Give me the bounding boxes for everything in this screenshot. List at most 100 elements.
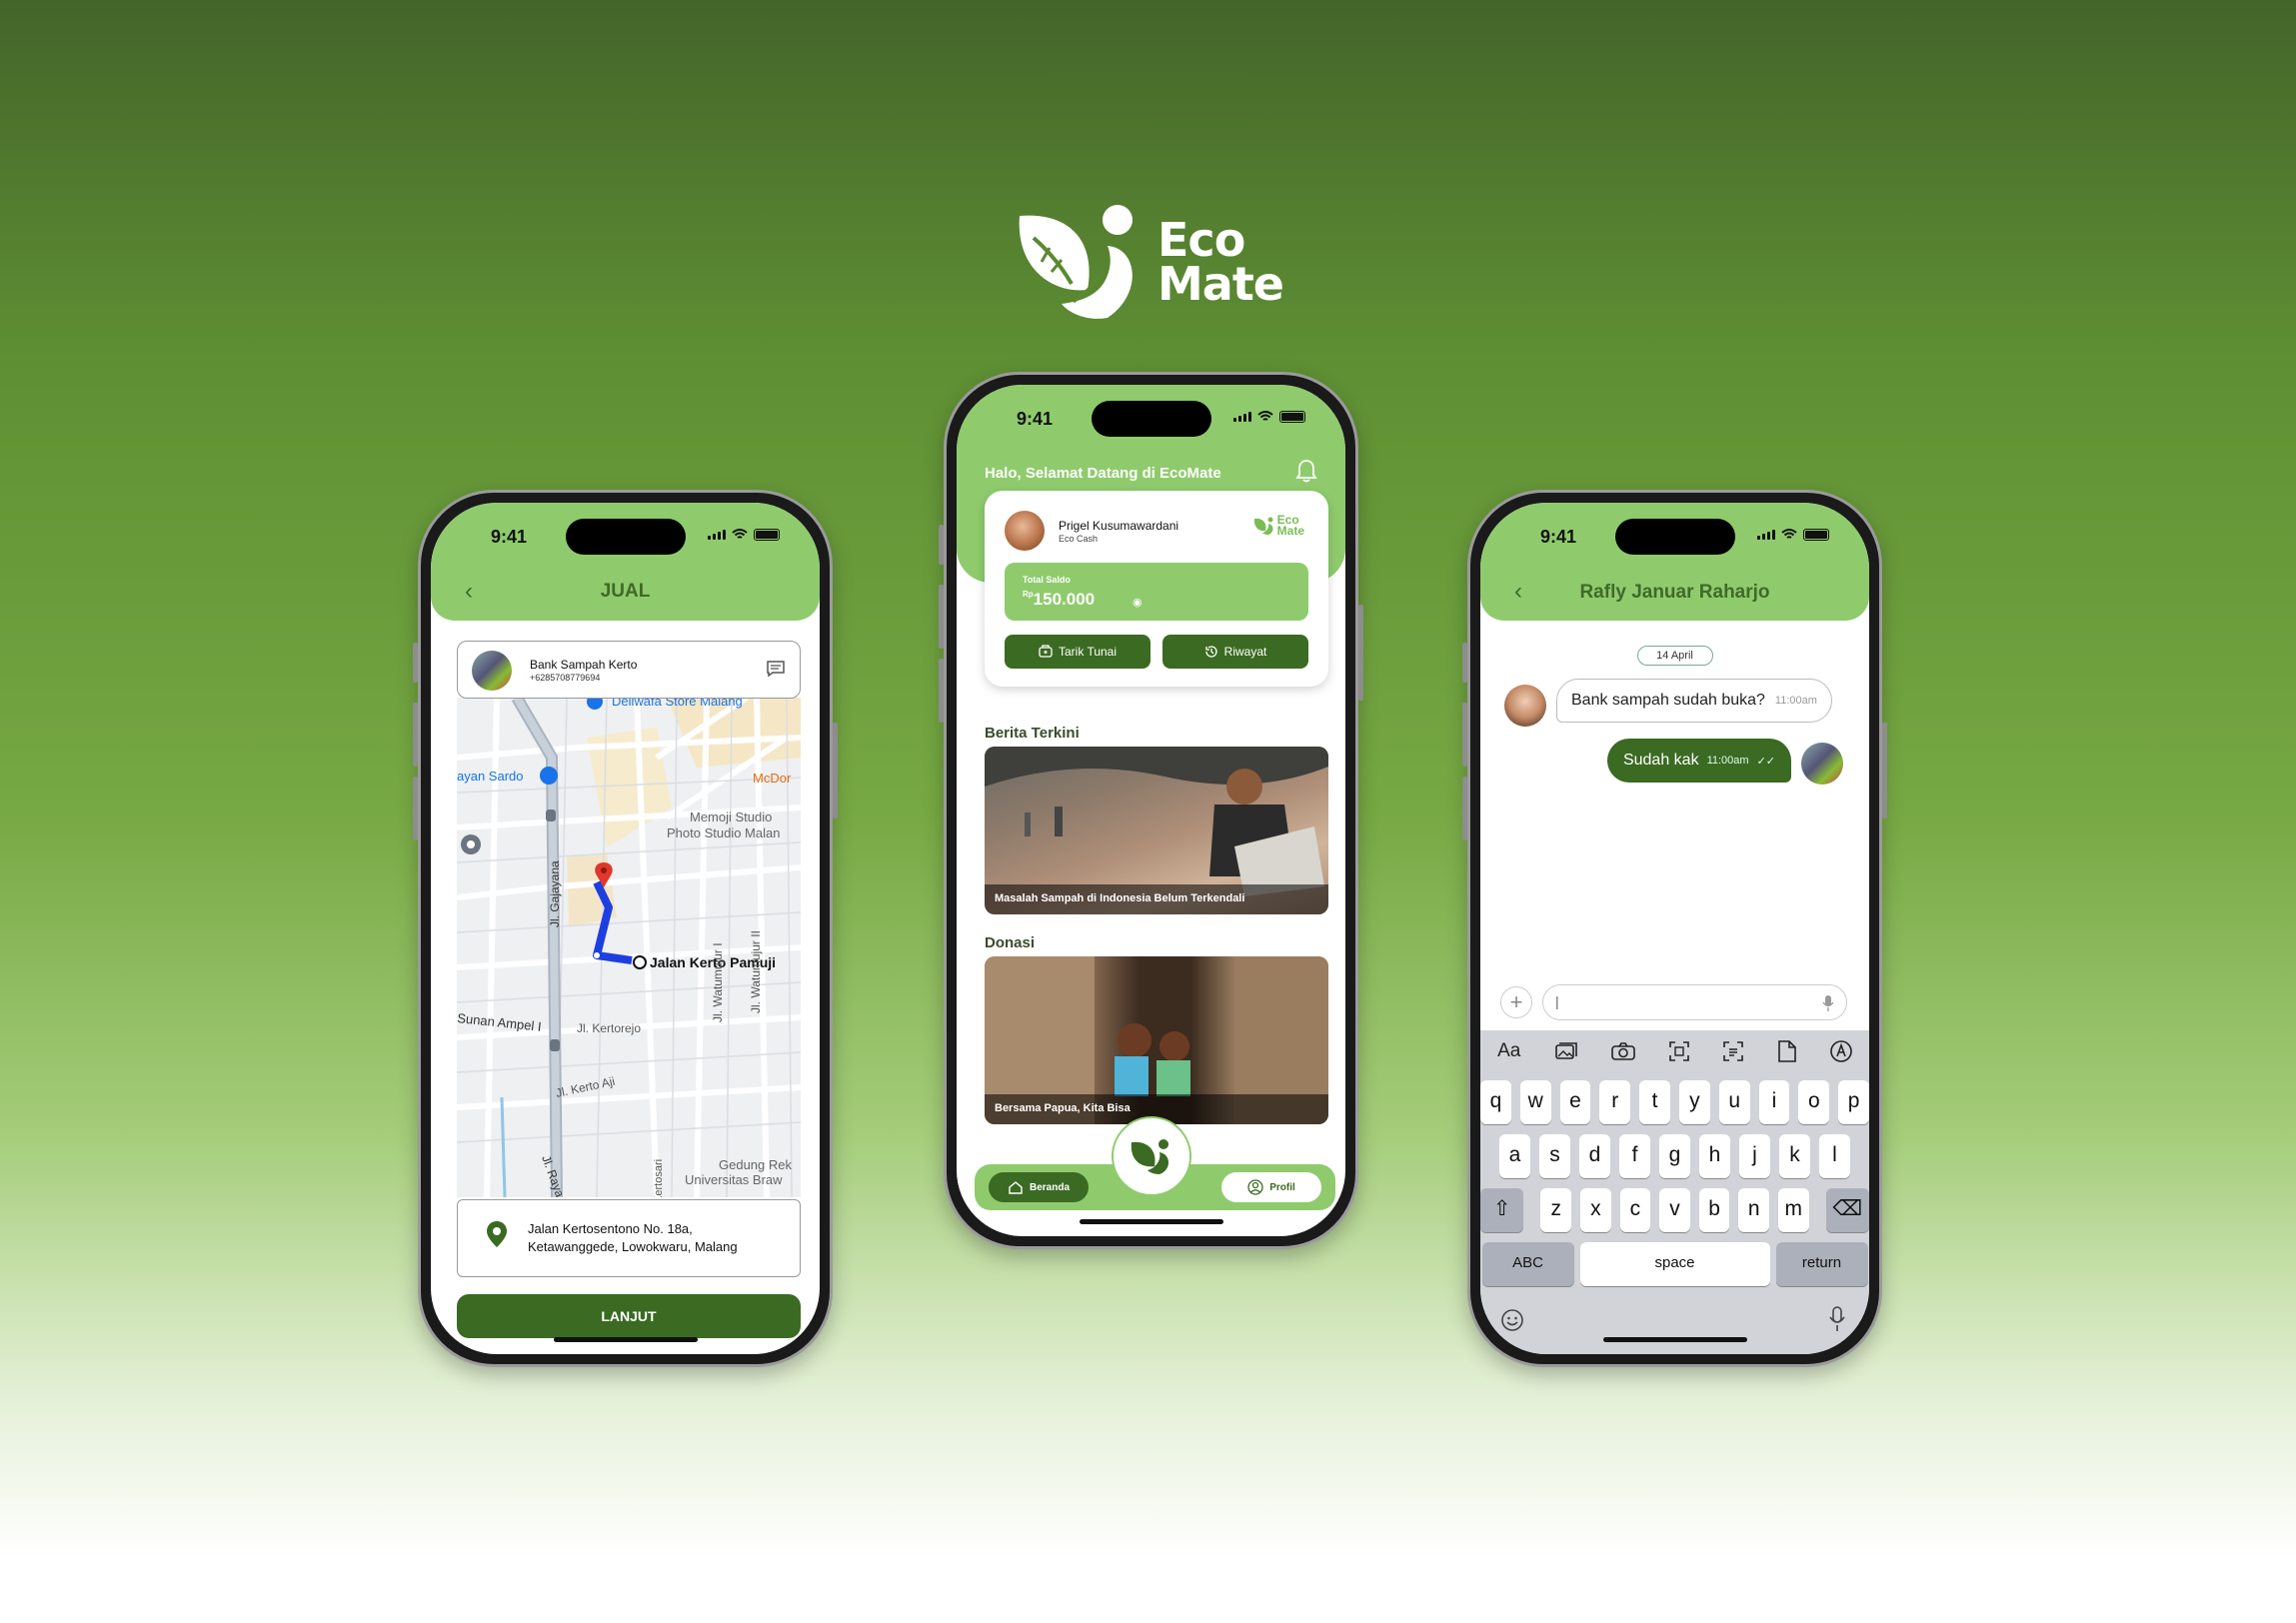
emoji-icon[interactable]	[1500, 1308, 1524, 1332]
wallet-icon	[1039, 645, 1053, 658]
key-a[interactable]: a	[1499, 1134, 1530, 1178]
dynamic-island	[1614, 519, 1735, 555]
page-title: JUAL	[600, 581, 651, 602]
key-w[interactable]: w	[1519, 1080, 1551, 1124]
keyboard: Aa q w e r t y u i o p a s d f g h j k l…	[1480, 1030, 1869, 1354]
bank-card[interactable]: Bank Sampah Kerto +6285708779694	[457, 641, 801, 699]
greeting: Halo, Selamat Datang di EcoMate	[985, 465, 1221, 482]
riwayat-button[interactable]: Riwayat	[1162, 635, 1308, 669]
dictation-mic-icon[interactable]	[1829, 1306, 1845, 1332]
key-p[interactable]: p	[1838, 1080, 1869, 1124]
abc-key[interactable]: ABC	[1481, 1242, 1574, 1286]
markup-icon[interactable]	[1830, 1040, 1852, 1062]
message-incoming: Bank sampah sudah buka? 11:00am	[1556, 679, 1832, 723]
eye-icon[interactable]: ◉	[1133, 596, 1143, 609]
key-y[interactable]: y	[1679, 1080, 1710, 1124]
key-b[interactable]: b	[1698, 1188, 1730, 1232]
nav-profil[interactable]: Profil	[1221, 1172, 1321, 1202]
key-l[interactable]: l	[1819, 1134, 1850, 1178]
key-e[interactable]: e	[1559, 1080, 1591, 1124]
balance-value: Rp150.000	[1023, 590, 1096, 609]
profile-icon	[1247, 1179, 1263, 1195]
key-r[interactable]: r	[1599, 1080, 1631, 1124]
map-label-gedung2: Universitas Braw	[685, 1172, 783, 1187]
home-indicator	[553, 1337, 698, 1342]
key-q[interactable]: q	[1480, 1080, 1511, 1124]
keyboard-row-4: ABC space return	[1480, 1242, 1869, 1286]
key-o[interactable]: o	[1798, 1080, 1830, 1124]
key-f[interactable]: f	[1619, 1134, 1650, 1178]
space-key[interactable]: space	[1579, 1242, 1770, 1286]
home-indicator	[1602, 1337, 1747, 1342]
keyboard-row-2: a s d f g h j k l	[1480, 1134, 1869, 1178]
add-attachment-button[interactable]: +	[1500, 986, 1532, 1018]
history-icon	[1205, 646, 1217, 658]
key-u[interactable]: u	[1718, 1080, 1750, 1124]
scan-document-icon[interactable]	[1723, 1041, 1744, 1061]
text-format-tool[interactable]: Aa	[1497, 1040, 1520, 1062]
contact-name: Rafly Januar Raharjo	[1579, 582, 1770, 603]
home-indicator	[1079, 1219, 1223, 1224]
signal-icon	[708, 530, 726, 540]
key-d[interactable]: d	[1579, 1134, 1610, 1178]
news-card[interactable]: Masalah Sampah di Indonesia Belum Terken…	[985, 747, 1328, 914]
signal-icon	[1757, 530, 1775, 540]
key-t[interactable]: t	[1639, 1080, 1670, 1124]
key-k[interactable]: k	[1779, 1134, 1810, 1178]
keyboard-toolbar: Aa	[1480, 1030, 1869, 1072]
key-i[interactable]: i	[1758, 1080, 1790, 1124]
brand-name: Eco Mate	[1157, 213, 1284, 311]
key-m[interactable]: m	[1777, 1188, 1809, 1232]
battery-icon	[1279, 411, 1305, 423]
key-c[interactable]: c	[1619, 1188, 1651, 1232]
screen-home: 9:41 Halo, Selamat Datang di EcoMate Pri…	[957, 385, 1345, 1236]
chat-icon[interactable]	[766, 660, 786, 678]
address-card[interactable]: Jalan Kertosentono No. 18a, Ketawanggede…	[457, 1199, 801, 1277]
balance-label: Total Saldo	[1023, 575, 1071, 585]
key-x[interactable]: x	[1580, 1188, 1611, 1232]
nav-center-logo-button[interactable]	[1111, 1116, 1191, 1196]
date-separator: 14 April	[1636, 646, 1713, 666]
nav-beranda[interactable]: Beranda	[989, 1172, 1089, 1202]
battery-icon	[1803, 529, 1829, 541]
wallet-label: Eco Cash	[1059, 534, 1099, 544]
message-input[interactable]: |	[1542, 984, 1847, 1020]
backspace-key[interactable]: ⌫	[1825, 1188, 1869, 1232]
address-line2: Ketawanggede, Lowokwaru, Malang	[528, 1239, 738, 1254]
key-j[interactable]: j	[1739, 1134, 1770, 1178]
map-label-sardo: ayan Sardo	[457, 769, 524, 784]
scan-text-icon[interactable]	[1669, 1041, 1689, 1061]
file-icon[interactable]	[1777, 1040, 1796, 1062]
status-icons	[1233, 411, 1305, 423]
clock: 9:41	[1017, 409, 1054, 429]
key-n[interactable]: n	[1738, 1188, 1769, 1232]
donation-card[interactable]: Bersama Papua, Kita Bisa	[985, 956, 1328, 1124]
home-icon	[1009, 1181, 1023, 1194]
mic-icon[interactable]	[1822, 994, 1834, 1012]
route-map[interactable]: Deliwafa Store Malang ayan Sardo McDor M…	[457, 698, 801, 1197]
key-s[interactable]: s	[1539, 1134, 1570, 1178]
map-streets: Deliwafa Store Malang ayan Sardo McDor M…	[457, 698, 801, 1197]
clock: 9:41	[491, 527, 528, 547]
map-label-street-main: Jl. Gajayana	[548, 860, 562, 927]
shift-key[interactable]: ⇧	[1480, 1188, 1524, 1232]
key-v[interactable]: v	[1659, 1188, 1690, 1232]
lanjut-button[interactable]: LANJUT	[457, 1294, 801, 1338]
map-label-mcd: McDor	[753, 771, 792, 786]
map-label-kertosari: Jl. Kertosari	[653, 1159, 665, 1197]
map-label-watumujur2: Jl. Watumujur II	[749, 930, 763, 1013]
wifi-icon	[1781, 529, 1797, 539]
key-g[interactable]: g	[1659, 1134, 1690, 1178]
camera-icon[interactable]	[1611, 1042, 1635, 1060]
key-h[interactable]: h	[1699, 1134, 1730, 1178]
bell-icon[interactable]	[1295, 459, 1317, 483]
phone-center: 9:41 Halo, Selamat Datang di EcoMate Pri…	[939, 372, 1363, 1249]
composer: + |	[1480, 982, 1869, 1022]
return-key[interactable]: return	[1775, 1242, 1868, 1286]
my-avatar	[1801, 743, 1843, 785]
wifi-icon	[1257, 411, 1273, 421]
key-z[interactable]: z	[1540, 1188, 1572, 1232]
wallet-card: Prigel Kusumawardani Eco Cash Eco Mate To…	[985, 491, 1328, 687]
photo-library-icon[interactable]	[1554, 1042, 1577, 1060]
tarik-tunai-button[interactable]: Tarik Tunai	[1005, 635, 1150, 669]
